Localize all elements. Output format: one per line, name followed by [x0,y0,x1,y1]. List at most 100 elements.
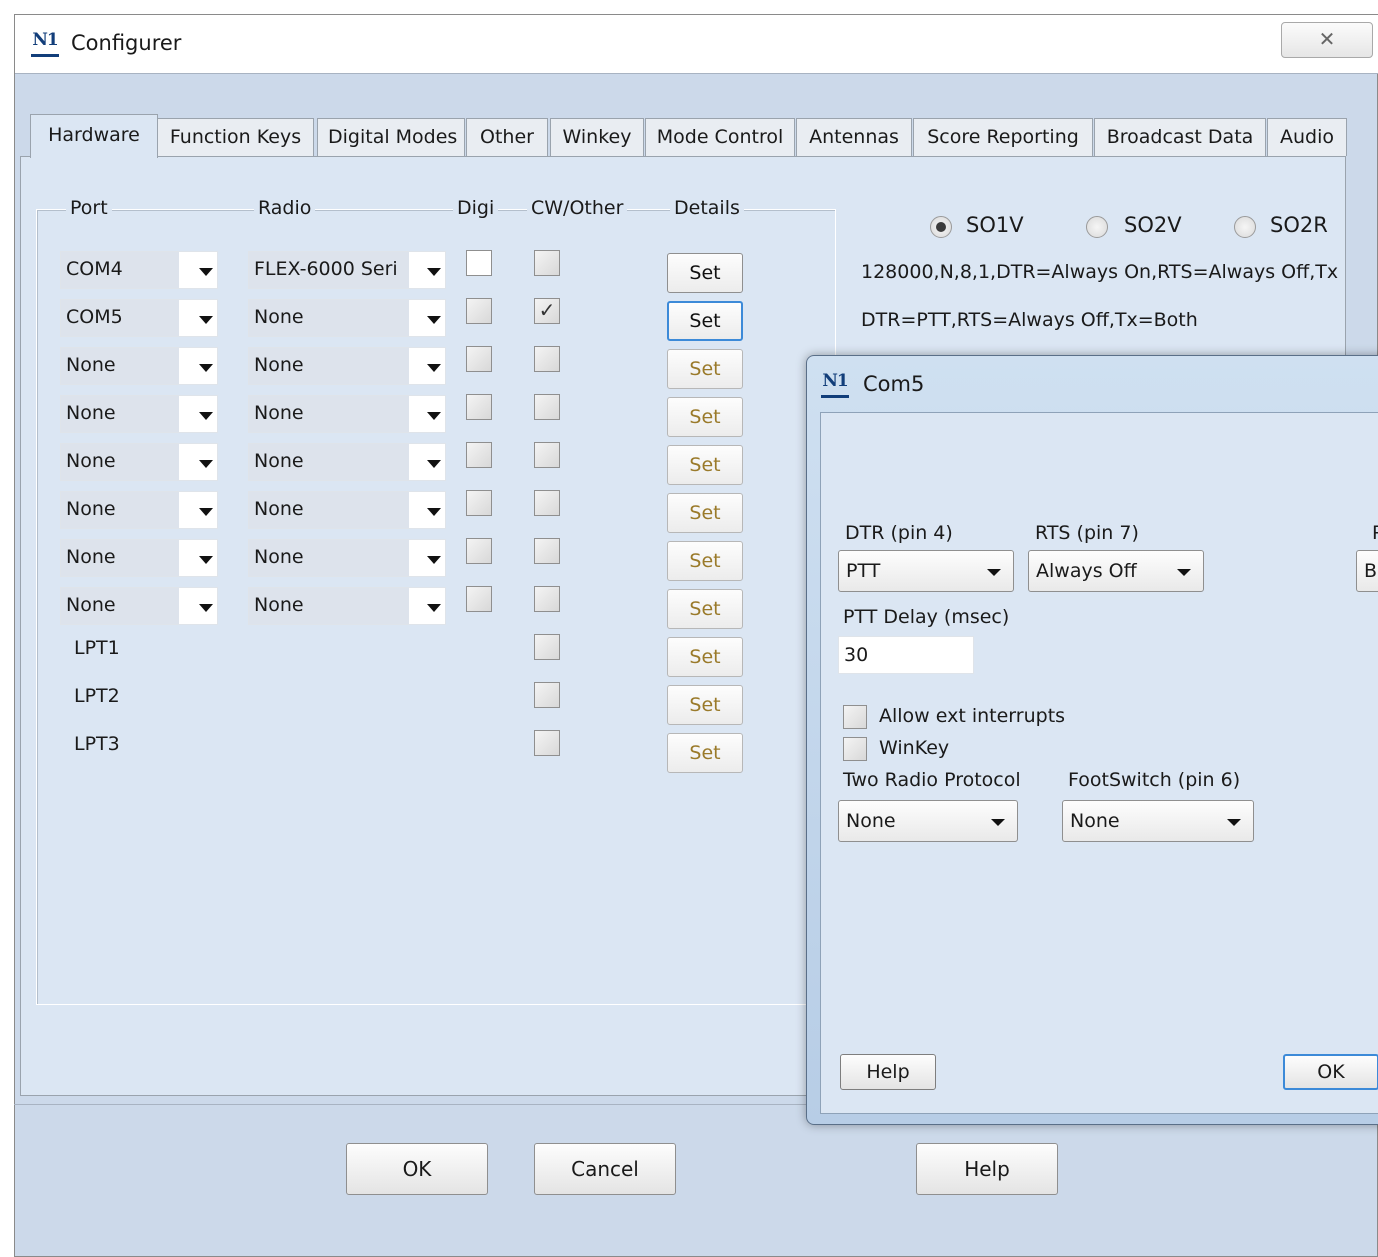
radio-select-value: None [249,396,409,432]
radio-select[interactable]: None [248,443,446,481]
tab-other[interactable]: Other [466,118,548,156]
port-select-value: COM5 [61,300,179,336]
dtr-select[interactable]: PTT [838,550,1014,592]
allow-ext-interrupts-checkbox[interactable] [843,705,867,729]
cw-other-checkbox[interactable] [534,682,560,708]
set-button[interactable]: Set [667,541,743,581]
digi-checkbox[interactable] [466,346,492,372]
tab-mode-control[interactable]: Mode Control [645,118,795,156]
dialog-ok-button[interactable]: OK [1283,1054,1378,1090]
window-title: Configurer [71,31,182,55]
radio-select[interactable]: None [248,587,446,625]
port-select[interactable]: None [60,587,218,625]
tab-digital-modes[interactable]: Digital Modes [317,118,465,156]
dialog-title: Com5 [863,372,925,396]
clipped-select[interactable]: B [1356,550,1378,592]
cancel-button[interactable]: Cancel [534,1143,676,1195]
set-button[interactable]: Set [667,301,743,341]
cw-other-checkbox[interactable] [534,442,560,468]
digi-checkbox[interactable] [466,394,492,420]
digi-checkbox[interactable] [466,538,492,564]
close-button[interactable]: ✕ [1281,22,1373,58]
so2r-label: SO2R [1270,213,1328,237]
set-button[interactable]: Set [667,493,743,533]
set-button[interactable]: Set [667,253,743,293]
cw-other-checkbox[interactable] [534,634,560,660]
radio-select[interactable]: FLEX-6000 Seri [248,251,446,289]
chevron-down-icon [427,316,441,324]
radio-select[interactable]: None [248,539,446,577]
tab-broadcast-data[interactable]: Broadcast Data [1094,118,1266,156]
radio-select[interactable]: None [248,347,446,385]
chevron-down-icon [427,508,441,516]
port-select[interactable]: None [60,491,218,529]
help-button[interactable]: Help [916,1143,1058,1195]
port-select[interactable]: COM5 [60,299,218,337]
so1v-radio[interactable] [930,216,952,238]
set-button[interactable]: Set [667,589,743,629]
clipped-select-value: B [1364,560,1378,582]
set-button[interactable]: Set [667,685,743,725]
tab-hardware[interactable]: Hardware [30,114,158,158]
chevron-down-icon [199,412,213,420]
port-select[interactable]: None [60,395,218,433]
two-radio-protocol-select[interactable]: None [838,800,1018,842]
radio-select[interactable]: None [248,299,446,337]
cw-other-checkbox[interactable] [534,538,560,564]
port-select-value: None [61,492,179,528]
title-bar: N1 Configurer ✕ [15,15,1378,73]
ptt-delay-label: PTT Delay (msec) [843,606,1010,628]
tab-antennas[interactable]: Antennas [796,118,912,156]
set-button[interactable]: Set [667,733,743,773]
chevron-down-icon [991,819,1005,826]
header-details: Details [670,197,744,219]
set-button[interactable]: Set [667,637,743,677]
port-select[interactable]: None [60,443,218,481]
cw-other-checkbox[interactable] [534,250,560,276]
lpt-port-label: LPT3 [74,733,120,755]
port-select-value: COM4 [61,252,179,288]
tab-function-keys[interactable]: Function Keys [157,118,314,156]
chevron-down-icon [427,364,441,372]
radio-select-value: None [249,348,409,384]
winkey-checkbox[interactable] [843,737,867,761]
tab-score-reporting[interactable]: Score Reporting [913,118,1093,156]
digi-checkbox[interactable] [466,586,492,612]
ptt-delay-input[interactable]: 30 [838,636,974,674]
cw-other-checkbox[interactable] [534,490,560,516]
chevron-down-icon [199,316,213,324]
digi-checkbox[interactable] [466,250,492,276]
so2v-radio[interactable] [1086,216,1108,238]
digi-checkbox[interactable] [466,442,492,468]
chevron-down-icon [1177,569,1191,576]
cw-other-checkbox[interactable]: ✓ [534,298,560,324]
cw-other-checkbox[interactable] [534,394,560,420]
digi-checkbox[interactable] [466,490,492,516]
radio-select[interactable]: None [248,491,446,529]
port-select[interactable]: None [60,539,218,577]
two-radio-protocol-label: Two Radio Protocol [843,769,1021,791]
so2r-radio[interactable] [1234,216,1256,238]
digi-checkbox[interactable] [466,298,492,324]
tab-winkey[interactable]: Winkey [550,118,644,156]
radio-select-value: None [249,444,409,480]
radio-select-value: None [249,492,409,528]
set-button[interactable]: Set [667,349,743,389]
radio-select[interactable]: None [248,395,446,433]
cw-other-checkbox[interactable] [534,346,560,372]
tab-audio[interactable]: Audio [1267,118,1347,156]
port-select-value: None [61,444,179,480]
port-select[interactable]: None [60,347,218,385]
ok-button[interactable]: OK [346,1143,488,1195]
set-button[interactable]: Set [667,397,743,437]
rts-select[interactable]: Always Off [1028,550,1204,592]
footswitch-select[interactable]: None [1062,800,1254,842]
cw-other-checkbox[interactable] [534,586,560,612]
set-button[interactable]: Set [667,445,743,485]
cw-other-checkbox[interactable] [534,730,560,756]
port-select[interactable]: COM4 [60,251,218,289]
dialog-help-button[interactable]: Help [840,1054,936,1090]
chevron-down-icon [427,268,441,276]
chevron-down-icon [199,604,213,612]
clipped-label: P [1372,522,1378,544]
